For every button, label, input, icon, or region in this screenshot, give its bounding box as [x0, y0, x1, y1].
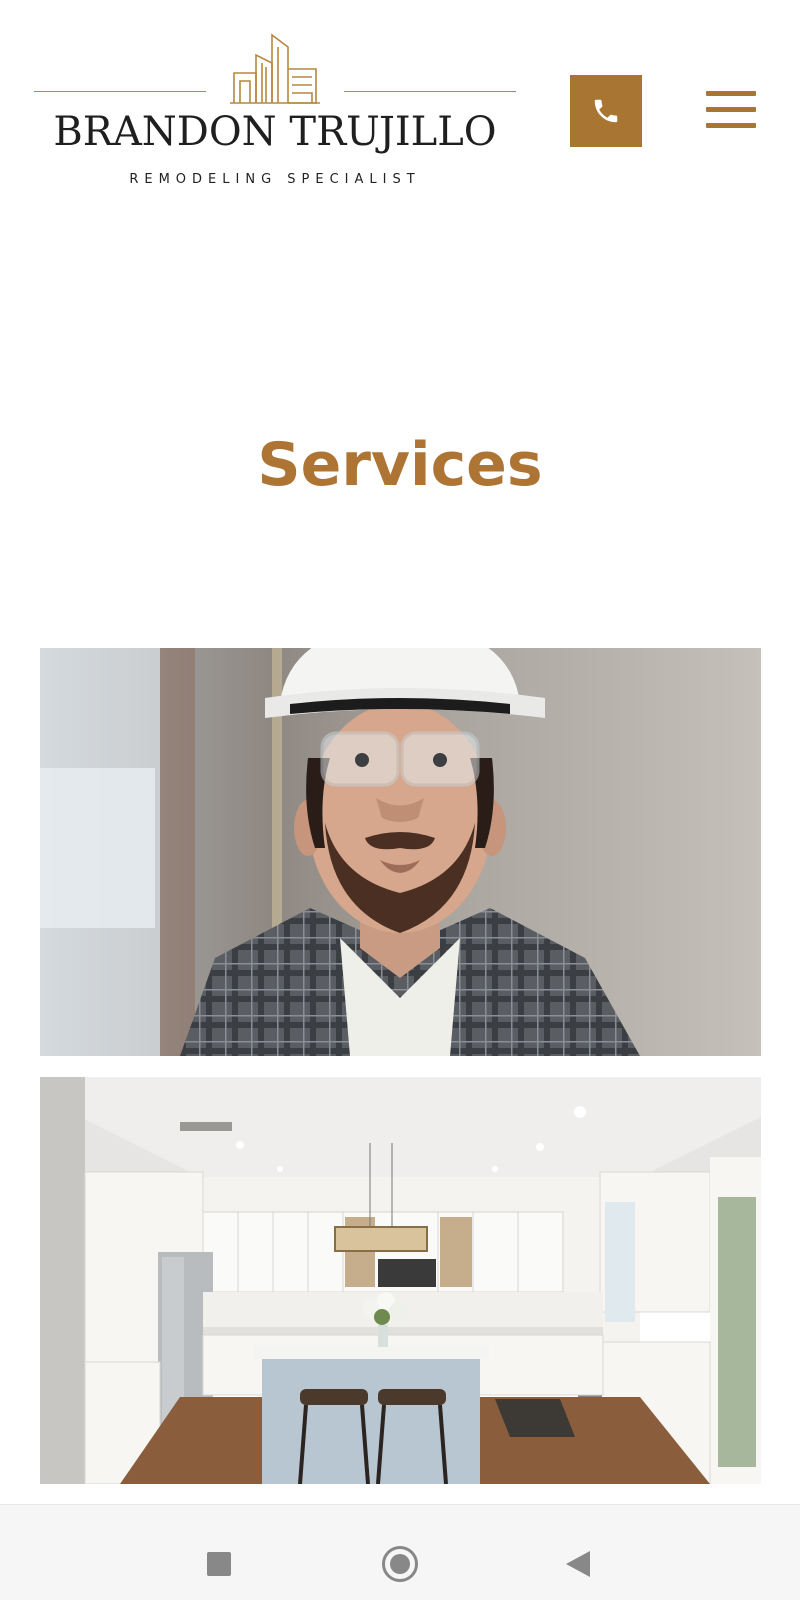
kitchen-illustration	[40, 1077, 761, 1484]
logo-rule-left	[34, 91, 206, 92]
hamburger-menu-icon[interactable]	[706, 88, 758, 132]
menu-bar	[706, 123, 756, 128]
site-header: BRANDON TRUJILLO REMODELING SPECIALIST	[0, 0, 800, 215]
building-outline-icon	[230, 33, 320, 104]
menu-bar	[706, 91, 756, 96]
brand-logo[interactable]: BRANDON TRUJILLO REMODELING SPECIALIST	[30, 33, 520, 193]
brand-name: BRANDON TRUJILLO	[53, 109, 497, 155]
phone-icon	[594, 99, 618, 123]
recents-square-icon[interactable]	[207, 1552, 231, 1576]
page-title: Services	[257, 430, 543, 500]
logo-rule-right	[344, 91, 516, 92]
system-navigation-bar	[0, 1504, 800, 1600]
home-circle-icon[interactable]	[382, 1546, 418, 1582]
kitchen-remodel-photo	[40, 1077, 761, 1484]
contractor-portrait-illustration	[40, 648, 761, 1056]
back-triangle-icon[interactable]	[566, 1551, 590, 1577]
menu-bar	[706, 107, 756, 112]
contractor-portrait-photo	[40, 648, 761, 1056]
call-button[interactable]	[570, 75, 642, 147]
brand-tagline: REMODELING SPECIALIST	[129, 172, 421, 187]
